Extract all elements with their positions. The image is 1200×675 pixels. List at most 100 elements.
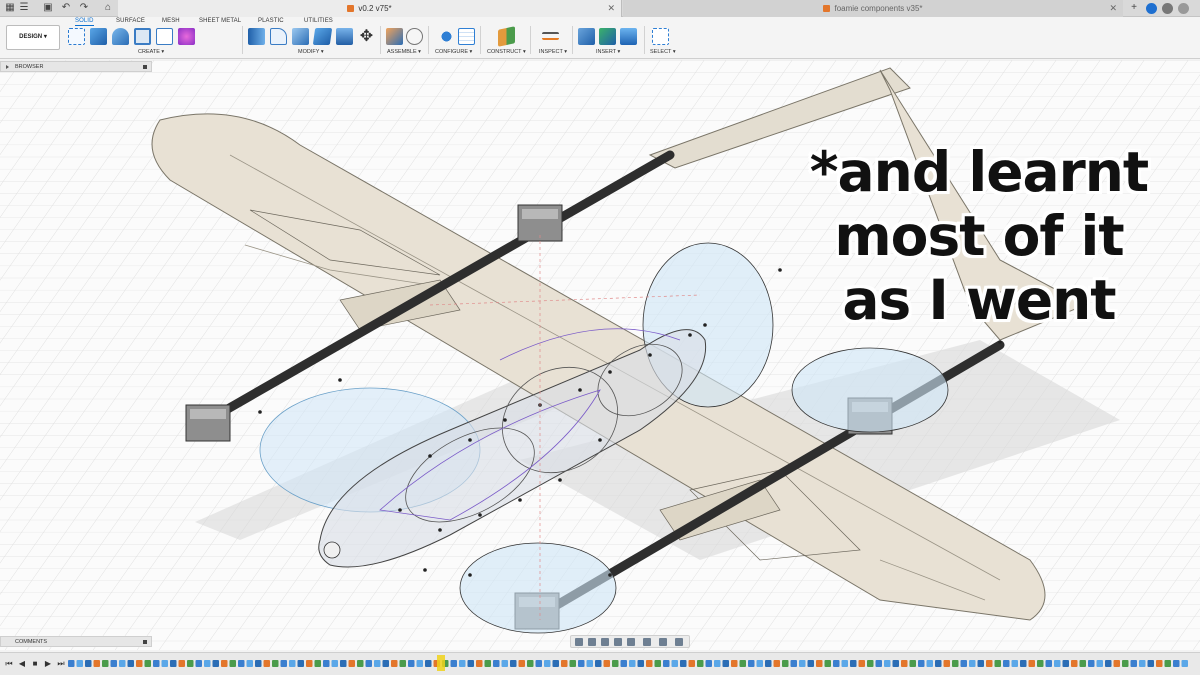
- group-configure[interactable]: CONFIGURE ▾: [435, 49, 472, 55]
- browser-panel-header[interactable]: BROWSER: [0, 61, 152, 72]
- timeline-feature[interactable]: [1147, 660, 1155, 667]
- new-tab-icon[interactable]: +: [1128, 2, 1140, 14]
- expand-arrow-icon[interactable]: [6, 65, 9, 69]
- timeline-feature[interactable]: [773, 660, 781, 667]
- orbit-icon[interactable]: [575, 638, 583, 646]
- timeline-feature[interactable]: [127, 660, 135, 667]
- press-pull-icon[interactable]: [248, 28, 265, 45]
- timeline-feature[interactable]: [952, 660, 959, 667]
- motor-mount-front-left[interactable]: [185, 404, 231, 442]
- timeline-feature[interactable]: [824, 660, 832, 667]
- group-assemble[interactable]: ASSEMBLE ▾: [387, 49, 421, 55]
- hole-icon[interactable]: [134, 28, 151, 45]
- timeline-feature[interactable]: [765, 660, 772, 667]
- timeline-feature[interactable]: [297, 660, 305, 667]
- timeline-feature[interactable]: [1011, 660, 1019, 667]
- pattern-icon[interactable]: [156, 28, 173, 45]
- timeline-feature[interactable]: [314, 660, 322, 667]
- timeline-feature[interactable]: [595, 660, 602, 667]
- timeline-feature[interactable]: [714, 660, 721, 667]
- timeline-feature[interactable]: [875, 660, 883, 667]
- timeline-feature[interactable]: [892, 660, 900, 667]
- timeline-feature[interactable]: [425, 660, 432, 667]
- go-to-end-icon[interactable]: ⏭: [57, 660, 65, 668]
- timeline-feature[interactable]: [374, 660, 381, 667]
- tab-sheet-metal[interactable]: SHEET METAL: [199, 18, 241, 24]
- timeline-feature[interactable]: [246, 660, 254, 667]
- timeline-feature[interactable]: [136, 660, 143, 667]
- timeline-feature[interactable]: [510, 660, 517, 667]
- measure-icon[interactable]: [542, 32, 559, 40]
- timeline-feature[interactable]: [722, 660, 730, 667]
- timeline-feature[interactable]: [918, 660, 925, 667]
- group-modify[interactable]: MODIFY ▾: [298, 49, 324, 55]
- timeline-feature[interactable]: [119, 660, 126, 667]
- timeline-feature[interactable]: [204, 660, 211, 667]
- look-at-icon[interactable]: [588, 638, 596, 646]
- timeline-feature[interactable]: [807, 660, 815, 667]
- timeline-feature[interactable]: [229, 660, 237, 667]
- timeline-feature[interactable]: [221, 660, 228, 667]
- timeline-feature[interactable]: [901, 660, 908, 667]
- timeline-feature[interactable]: [1139, 660, 1146, 667]
- pin-icon[interactable]: [143, 65, 147, 69]
- zoom-icon[interactable]: [614, 638, 622, 646]
- timeline-feature[interactable]: [1079, 660, 1087, 667]
- timeline-feature[interactable]: [144, 660, 152, 667]
- timeline-feature[interactable]: [943, 660, 951, 667]
- timeline-feature[interactable]: [459, 660, 466, 667]
- timeline-feature[interactable]: [705, 660, 713, 667]
- timeline-feature[interactable]: [790, 660, 798, 667]
- timeline-feature[interactable]: [1054, 660, 1061, 667]
- timeline-feature[interactable]: [102, 660, 109, 667]
- chamfer-icon[interactable]: [292, 28, 309, 45]
- timeline-feature[interactable]: [306, 660, 313, 667]
- timeline-feature[interactable]: [493, 660, 500, 667]
- timeline-feature[interactable]: [799, 660, 806, 667]
- timeline-feature[interactable]: [161, 660, 169, 667]
- fit-icon[interactable]: [627, 638, 635, 646]
- timeline-feature[interactable]: [280, 660, 288, 667]
- timeline-feature[interactable]: [841, 660, 849, 667]
- timeline-feature[interactable]: [255, 660, 262, 667]
- timeline-feature[interactable]: [748, 660, 755, 667]
- timeline-feature[interactable]: [450, 660, 458, 667]
- timeline-feature[interactable]: [467, 660, 475, 667]
- timeline-feature[interactable]: [357, 660, 364, 667]
- home-icon[interactable]: ⌂: [102, 2, 114, 14]
- timeline-feature[interactable]: [170, 660, 177, 667]
- timeline-feature[interactable]: [612, 660, 619, 667]
- group-select[interactable]: SELECT ▾: [650, 49, 676, 55]
- job-status-icon[interactable]: [1146, 3, 1157, 14]
- display-settings-icon[interactable]: [643, 638, 651, 646]
- timeline-feature[interactable]: [1130, 660, 1138, 667]
- joint-icon[interactable]: [406, 28, 423, 45]
- move-copy-icon[interactable]: ✥: [358, 28, 375, 45]
- timeline-feature[interactable]: [816, 660, 823, 667]
- tab-plastic[interactable]: PLASTIC: [258, 18, 284, 24]
- timeline-feature[interactable]: [110, 660, 118, 667]
- timeline-feature[interactable]: [646, 660, 653, 667]
- timeline-feature[interactable]: [867, 660, 874, 667]
- group-create[interactable]: CREATE ▾: [138, 49, 164, 55]
- timeline-feature[interactable]: [68, 660, 75, 667]
- fillet-icon[interactable]: [270, 28, 287, 45]
- comments-panel-header[interactable]: COMMENTS: [0, 636, 152, 647]
- timeline-feature[interactable]: [926, 660, 934, 667]
- timeline-feature[interactable]: [527, 660, 534, 667]
- timeline-feature[interactable]: [331, 660, 339, 667]
- timeline-feature[interactable]: [1028, 660, 1036, 667]
- tab-surface[interactable]: SURFACE: [116, 18, 145, 24]
- timeline-feature[interactable]: [1020, 660, 1027, 667]
- timeline-feature[interactable]: [544, 660, 551, 667]
- workspace-switcher-button[interactable]: DESIGN ▾: [6, 25, 60, 50]
- timeline-feature[interactable]: [756, 660, 764, 667]
- timeline-feature[interactable]: [535, 660, 543, 667]
- timeline-feature[interactable]: [484, 660, 492, 667]
- timeline-feature[interactable]: [1105, 660, 1112, 667]
- timeline-feature[interactable]: [340, 660, 347, 667]
- timeline-feature[interactable]: [1156, 660, 1163, 667]
- timeline-feature[interactable]: [1096, 660, 1104, 667]
- help-icon[interactable]: [1178, 3, 1189, 14]
- combine-icon[interactable]: [336, 28, 353, 45]
